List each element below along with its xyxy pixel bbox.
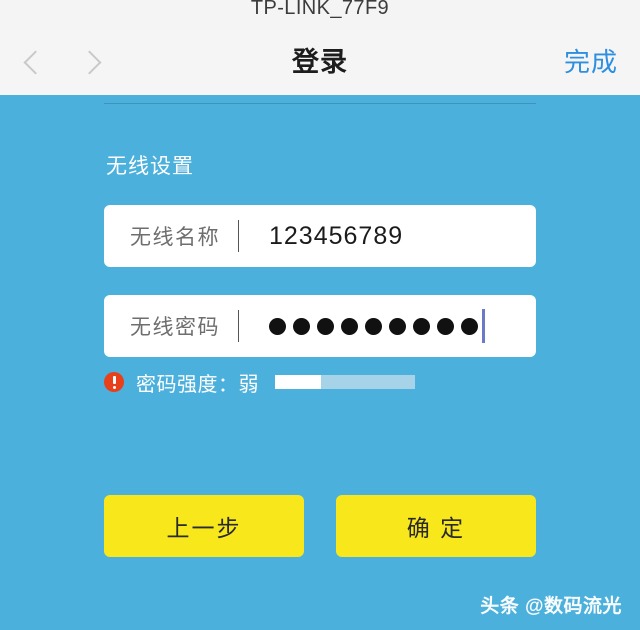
- wireless-password-label: 无线密码: [130, 316, 220, 339]
- done-button[interactable]: 完成: [564, 30, 618, 95]
- section-title-wireless-settings: 无线设置: [106, 155, 194, 178]
- password-strength-level: 弱: [238, 373, 259, 396]
- password-strength-label: 密码强度：: [136, 373, 239, 396]
- navigation-bar: 登录 完成: [0, 30, 640, 95]
- wireless-name-field[interactable]: 无线名称 123456789: [104, 205, 536, 267]
- password-dot: [413, 317, 430, 335]
- window-title: TP-LINK_77F9: [250, 0, 390, 19]
- field-separator: [238, 310, 239, 342]
- page-title: 登录: [292, 47, 348, 77]
- wireless-name-label: 无线名称: [130, 226, 220, 249]
- confirm-button[interactable]: 确 定: [336, 495, 536, 557]
- password-dot: [437, 317, 454, 335]
- browser-chrome: TP-LINK_77F9 登录 完成: [0, 0, 640, 95]
- top-divider: [104, 103, 536, 104]
- previous-step-button[interactable]: 上一步: [104, 495, 304, 557]
- password-strength-text: 密码强度：弱: [136, 368, 259, 397]
- password-strength-fill: [275, 375, 322, 389]
- password-dot: [341, 317, 358, 335]
- password-strength-bar: [275, 375, 415, 389]
- watermark: 头条 @数码流光: [480, 596, 622, 617]
- wireless-name-input[interactable]: 123456789: [269, 222, 403, 251]
- wireless-password-input[interactable]: [269, 317, 478, 335]
- password-dot: [269, 317, 286, 335]
- password-dot: [317, 317, 334, 335]
- warning-circle-icon: [104, 372, 124, 392]
- action-button-row: 上一步 确 定: [104, 495, 536, 557]
- page-content: 无线设置 无线名称 123456789 无线密码 密码强度：弱 上一步 确 定 …: [0, 95, 640, 630]
- field-separator: [238, 220, 239, 252]
- password-dot: [365, 317, 382, 335]
- password-dot: [293, 317, 310, 335]
- app-screen: TP-LINK_77F9 登录 完成 无线设置 无线名称 123456789 无…: [0, 0, 640, 630]
- password-strength-row: 密码强度：弱: [104, 368, 415, 397]
- text-cursor: [482, 309, 485, 343]
- password-dot: [389, 317, 406, 335]
- wireless-password-field[interactable]: 无线密码: [104, 295, 536, 357]
- password-dot: [461, 317, 478, 335]
